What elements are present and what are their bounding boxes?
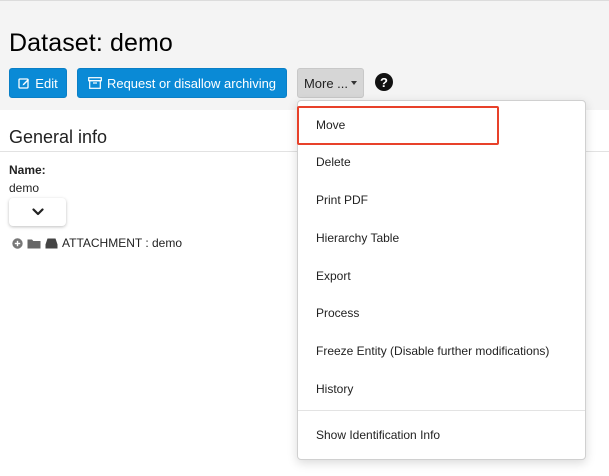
archive-request-button-label: Request or disallow archiving [106, 75, 277, 91]
menu-item-process[interactable]: Process [298, 295, 585, 331]
menu-item-freeze-entity[interactable]: Freeze Entity (Disable further modificat… [298, 333, 585, 369]
menu-item-show-identification-info[interactable]: Show Identification Info [298, 417, 585, 453]
menu-item-print-pdf[interactable]: Print PDF [298, 182, 585, 218]
menu-item-export[interactable]: Export [298, 258, 585, 294]
section-title-general-info: General info [9, 127, 108, 147]
page-title: Dataset: demo [9, 29, 173, 57]
edit-icon [18, 78, 30, 89]
caret-down-icon [351, 81, 358, 85]
more-dropdown-menu: Move Delete Print PDF Hierarchy Table Ex… [297, 100, 586, 460]
hard-drive-icon [45, 238, 58, 249]
menu-item-move[interactable]: Move [298, 107, 585, 143]
chevron-down-icon [31, 208, 44, 216]
archive-request-button[interactable]: Request or disallow archiving [77, 68, 287, 98]
attachment-label[interactable]: ATTACHMENT : demo [62, 236, 182, 250]
menu-item-history[interactable]: History [298, 371, 585, 407]
name-field-value: demo [9, 181, 40, 195]
edit-button-label: Edit [35, 75, 58, 91]
plus-circle-icon[interactable] [12, 237, 23, 249]
more-dropdown-button[interactable]: More ... [297, 68, 364, 98]
menu-item-delete[interactable]: Delete [298, 144, 585, 180]
help-icon[interactable]: ? [375, 73, 393, 91]
menu-item-hierarchy-table[interactable]: Hierarchy Table [298, 220, 585, 256]
archive-box-icon [88, 77, 102, 89]
menu-divider [298, 410, 585, 411]
more-button-label: More ... [303, 75, 349, 91]
name-field-label: Name: [9, 163, 46, 177]
expand-button[interactable] [9, 198, 66, 226]
folder-icon[interactable] [27, 238, 41, 249]
edit-button[interactable]: Edit [9, 68, 67, 98]
tree-row-attachment: ATTACHMENT : demo [12, 235, 182, 251]
